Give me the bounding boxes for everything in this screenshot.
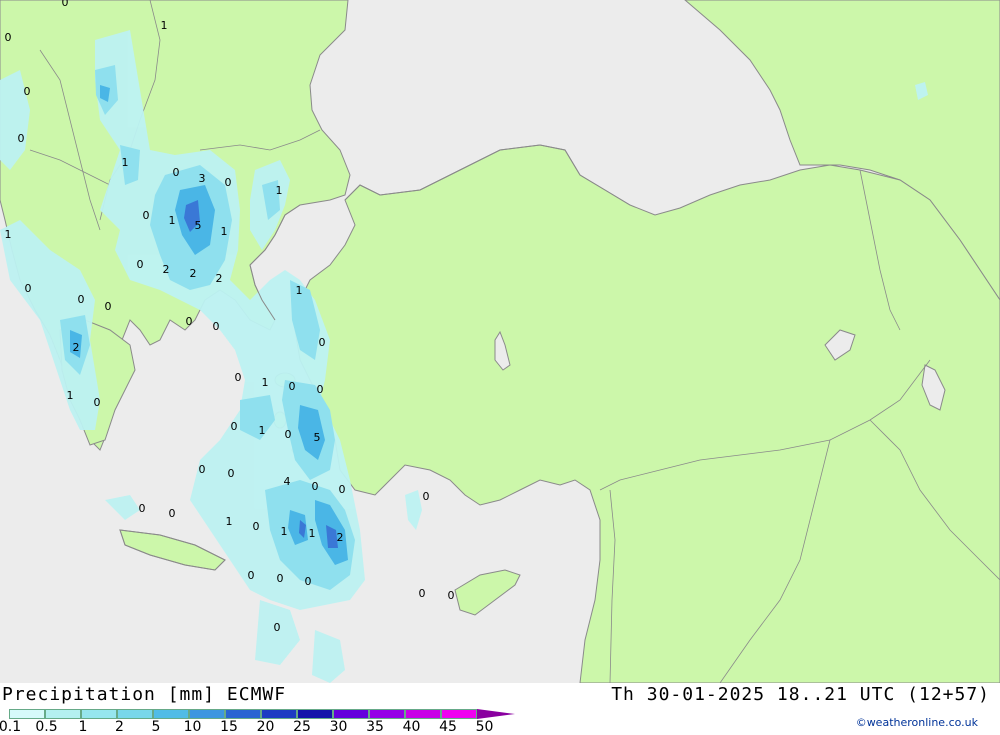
legend-swatch	[81, 709, 117, 719]
precip-value-label: 0	[423, 490, 430, 503]
precip-value-label: 3	[199, 172, 206, 185]
precip-value-label: 0	[94, 396, 101, 409]
precip-value-label: 5	[195, 219, 202, 232]
precip-value-label: 0	[186, 315, 193, 328]
legend-swatch	[261, 709, 297, 719]
precip-value-label: 0	[137, 258, 144, 271]
map-canvas: 0100010 3 010 1 5 110 2 2 200010 0210001 0 01050040…	[0, 0, 1000, 684]
precip-value-label: 1	[276, 184, 283, 197]
legend-swatch	[405, 709, 441, 719]
precip-value-label: 0	[319, 336, 326, 349]
legend-swatch	[441, 709, 477, 719]
credit-link[interactable]: ©weatheronline.co.uk	[856, 716, 978, 729]
precip-value-label: 0	[173, 166, 180, 179]
precip-value-label: 0	[5, 31, 12, 44]
legend-swatch	[9, 709, 45, 719]
precip-value-label: 0	[225, 176, 232, 189]
color-legend	[9, 709, 515, 719]
precip-value-label: 0	[213, 320, 220, 333]
precip-value-label: 0	[18, 132, 25, 145]
precip-value-label: 1	[67, 389, 74, 402]
legend-swatch	[117, 709, 153, 719]
precip-value-label: 0	[277, 572, 284, 585]
legend-ticks: 0.1 0.5 1 2 5 10 15 20 25 30 35 40 45 50	[0, 719, 520, 735]
legend-swatch	[369, 709, 405, 719]
legend-swatch	[297, 709, 333, 719]
precip-value-label: 1	[296, 284, 303, 297]
footer-bar: Precipitation [mm] ECMWF Th 30-01-2025 1…	[0, 683, 1000, 735]
precip-value-label: 0	[143, 209, 150, 222]
precip-value-label: 4	[284, 475, 291, 488]
precip-value-label: 2	[73, 341, 80, 354]
precip-value-label: 0	[199, 463, 206, 476]
precip-value-label: 1	[262, 376, 269, 389]
precip-value-label: 2	[163, 263, 170, 276]
precip-value-label: 0	[274, 621, 281, 634]
precip-value-label: 5	[314, 431, 321, 444]
precip-value-label: 0	[448, 589, 455, 602]
precip-value-label: 0	[105, 300, 112, 313]
precip-value-label: 1	[281, 525, 288, 538]
precip-value-label: 0	[339, 483, 346, 496]
precip-value-label: 0	[317, 383, 324, 396]
precip-value-label: 0	[78, 293, 85, 306]
precip-value-label: 1	[259, 424, 266, 437]
precip-value-label: 0	[25, 282, 32, 295]
precip-value-label: 1	[161, 19, 168, 32]
precip-value-label: 0	[285, 428, 292, 441]
legend-arrow	[477, 709, 515, 719]
precip-value-label: 1	[309, 527, 316, 540]
precip-value-label: 1	[122, 156, 129, 169]
precip-value-label: 1	[169, 214, 176, 227]
precip-value-label: 0	[139, 502, 146, 515]
precip-value-label: 2	[190, 267, 197, 280]
legend-swatch	[45, 709, 81, 719]
precip-value-label: 1	[5, 228, 12, 241]
precip-value-label: 0	[289, 380, 296, 393]
precip-value-label: 0	[312, 480, 319, 493]
map-title: Precipitation [mm] ECMWF	[2, 684, 287, 705]
precip-value-label: 0	[419, 587, 426, 600]
precip-value-label: 0	[253, 520, 260, 533]
precip-value-label: 0	[305, 575, 312, 588]
precip-value-label: 0	[235, 371, 242, 384]
legend-swatch	[153, 709, 189, 719]
legend-swatch	[189, 709, 225, 719]
legend-swatch	[225, 709, 261, 719]
precip-value-label: 2	[216, 272, 223, 285]
precipitation-map: 0100010301015110222000100210001001050040…	[0, 0, 1000, 684]
precip-value-label: 0	[228, 467, 235, 480]
legend-swatch	[333, 709, 369, 719]
precip-value-label: 1	[221, 225, 228, 238]
precip-value-label: 0	[62, 0, 69, 9]
precip-value-label: 0	[248, 569, 255, 582]
precip-value-label: 0	[24, 85, 31, 98]
valid-time: Th 30-01-2025 18..21 UTC (12+57)	[611, 684, 990, 705]
precip-value-label: 0	[231, 420, 238, 433]
precip-value-label: 1	[226, 515, 233, 528]
precip-value-label: 2	[337, 531, 344, 544]
precip-value-label: 0	[169, 507, 176, 520]
